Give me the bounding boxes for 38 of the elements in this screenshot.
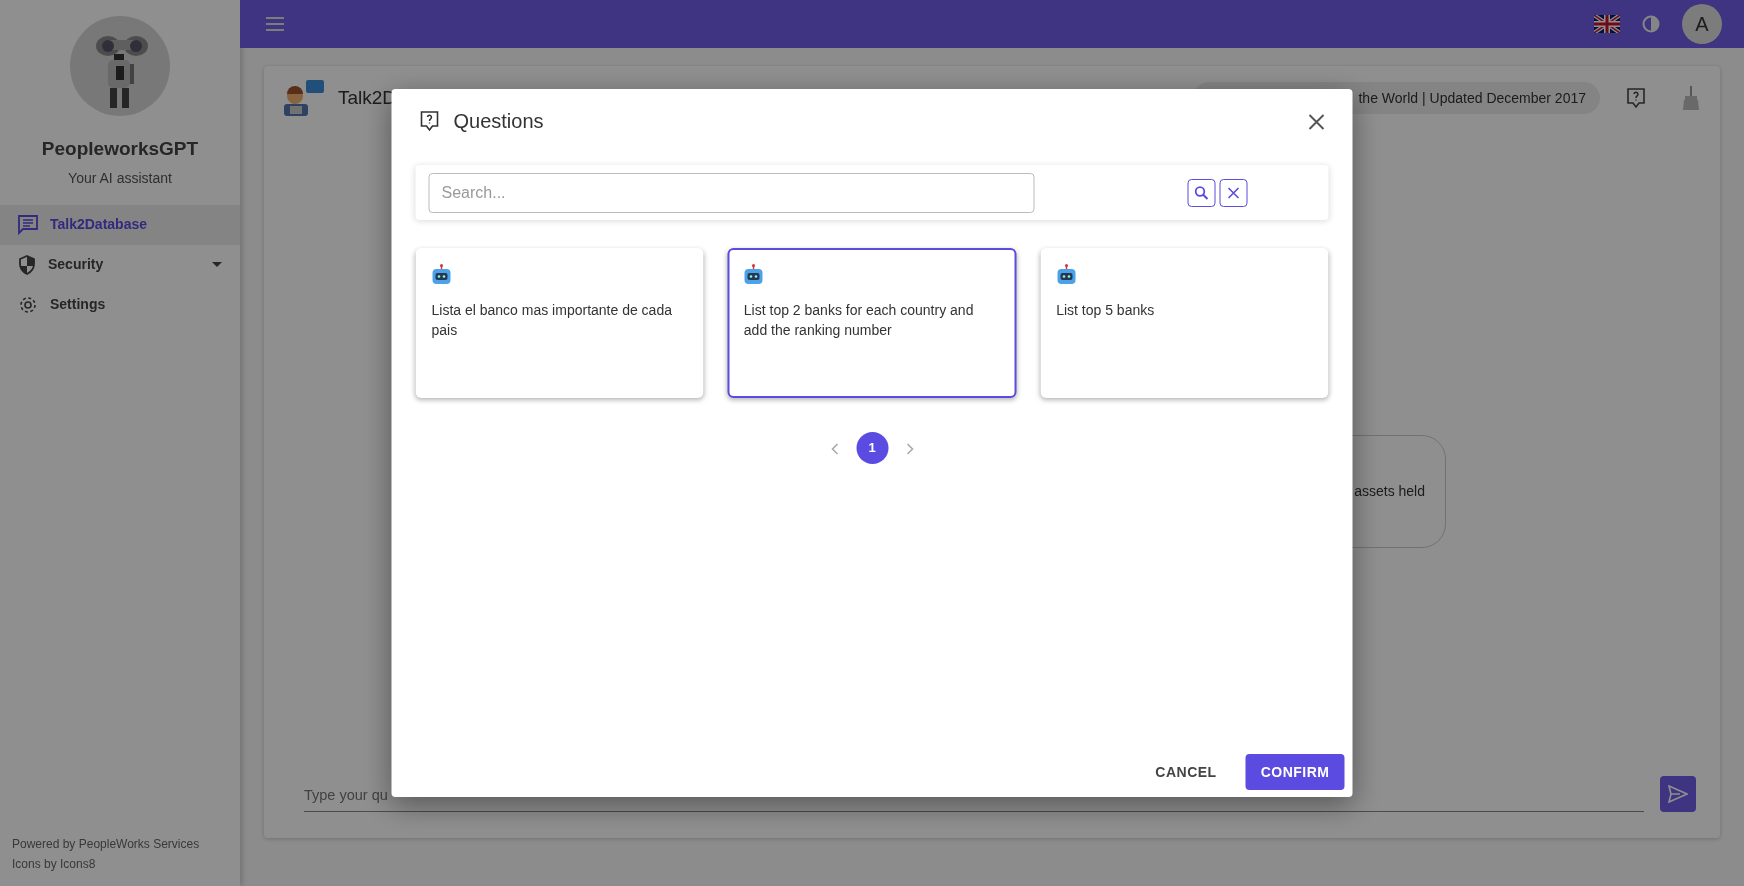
question-icon[interactable] xyxy=(1626,87,1646,109)
broom-icon[interactable] xyxy=(1680,86,1702,110)
dialog-title: Questions xyxy=(453,109,545,134)
robot-icon xyxy=(743,264,764,286)
menu-icon[interactable] xyxy=(266,17,284,31)
shield-icon xyxy=(18,254,36,275)
question-icon xyxy=(419,110,440,132)
flag-icon[interactable] xyxy=(1594,15,1620,33)
close-icon xyxy=(1227,186,1240,199)
page-button[interactable]: 1 xyxy=(856,432,888,464)
clear-button[interactable] xyxy=(1219,178,1248,207)
chat-icon xyxy=(18,214,38,235)
app-subtitle: Your AI assistant xyxy=(68,168,172,188)
gear-icon xyxy=(18,294,38,315)
chevron-right-icon xyxy=(906,442,914,455)
search-icon xyxy=(1194,185,1209,200)
search-field[interactable]: Search... xyxy=(428,172,1035,213)
search-button[interactable] xyxy=(1187,178,1216,207)
app-name: PeopleworksGPT xyxy=(41,137,199,161)
sidebar-item[interactable]: Security xyxy=(0,244,240,285)
send-icon xyxy=(1668,785,1688,803)
footer-text: Icons by Icons8 xyxy=(12,856,97,873)
user-avatar[interactable]: A xyxy=(1682,4,1722,44)
close-icon xyxy=(1308,113,1325,130)
question-card[interactable]: List top 5 banks xyxy=(1040,248,1329,398)
contrast-icon[interactable] xyxy=(1642,15,1660,33)
sidebar-item[interactable]: Talk2Database xyxy=(0,204,240,245)
question-card[interactable]: Lista el banco mas importante de cada pais xyxy=(415,248,704,398)
confirm-button[interactable]: CONFIRM xyxy=(1245,754,1345,790)
robot-icon xyxy=(1056,264,1077,286)
cancel-button[interactable]: CANCEL xyxy=(1140,754,1232,790)
robot-icon xyxy=(431,264,452,286)
sidebar-item[interactable]: Settings xyxy=(0,284,240,325)
send-button[interactable] xyxy=(1660,776,1696,812)
chevron-left-icon xyxy=(830,442,838,455)
footer-text: Powered by PeopleWorks Services xyxy=(12,836,201,853)
user-chat-icon xyxy=(282,80,326,116)
question-card[interactable]: List top 2 banks for each country and add the ranking number xyxy=(727,248,1017,398)
